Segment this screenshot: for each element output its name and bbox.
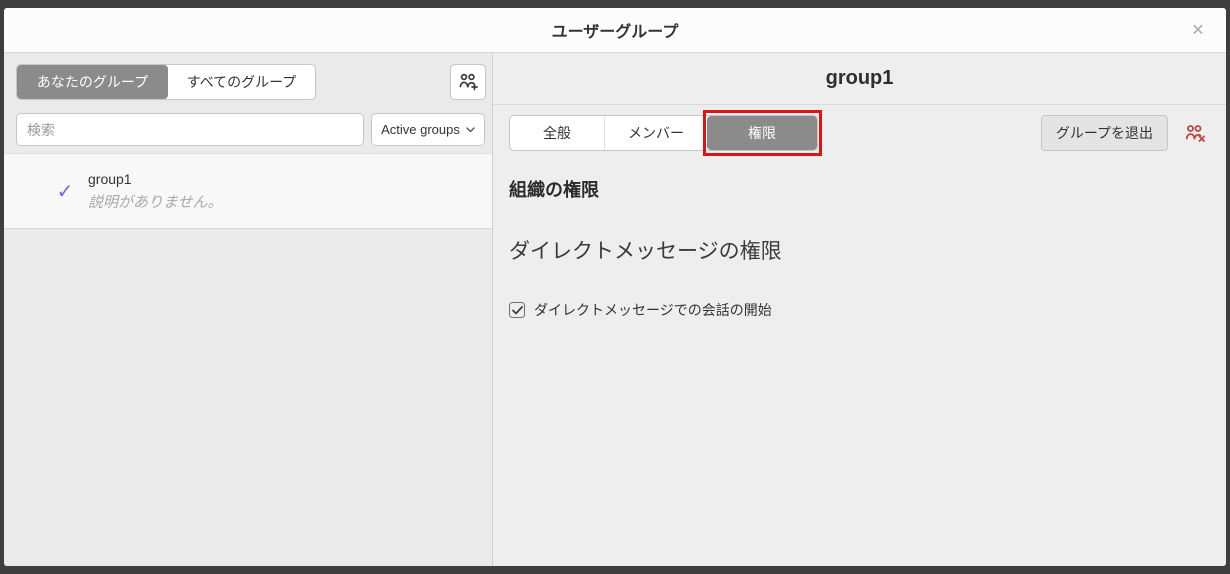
group-filter-value: Active groups [381, 122, 460, 137]
leave-group-button[interactable]: グループを退出 [1040, 115, 1168, 151]
group-list-panel: あなたのグループ すべてのグループ 検索 Active groups ✓ gro… [4, 53, 493, 566]
modal-title: ユーザーグループ [551, 24, 679, 41]
user-group-x-icon[interactable] [1183, 123, 1206, 144]
permissions-content: 組織の権限 ダイレクトメッセージの権限 ダイレクトメッセージでの会話の開始 [493, 153, 1226, 320]
selected-check-icon: ✓ [56, 180, 74, 203]
group-detail-tabrow: 全般 メンバー 権限 グループを退出 [493, 110, 1226, 156]
group-scope-switcher: あなたのグループ すべてのグループ [16, 64, 316, 100]
group-detail-title: group1 [825, 67, 894, 89]
modal-body: あなたのグループ すべてのグループ 検索 Active groups ✓ gro… [4, 53, 1226, 566]
group-list-item-text: group1 説明がありません。 [88, 171, 223, 212]
tab-your-groups[interactable]: あなたのグループ [17, 65, 168, 99]
group-list-item-group1[interactable]: ✓ group1 説明がありません。 [4, 153, 492, 229]
group-filter-dropdown[interactable]: Active groups [371, 113, 485, 146]
tab-permissions-wrap: 権限 [703, 110, 822, 156]
close-icon[interactable]: × [1192, 20, 1204, 41]
user-groups-modal: ユーザーグループ × あなたのグループ すべてのグループ 検索 Active g… [4, 8, 1226, 566]
checkbox-checked-icon[interactable] [509, 302, 525, 318]
group-list-tabrow: あなたのグループ すべてのグループ [4, 53, 492, 100]
group-search-row: Active groups [4, 113, 492, 146]
user-group-plus-icon [457, 72, 479, 92]
dm-permissions-heading: ダイレクトメッセージの権限 [509, 240, 782, 263]
tab-all-groups[interactable]: すべてのグループ [168, 65, 315, 99]
chevron-down-icon [466, 126, 475, 133]
group-detail-panel: group1 全般 メンバー 権限 グループを退出 組織の権限 ダイレクトメッセ… [493, 53, 1226, 566]
group-actions: グループを退出 [1040, 115, 1206, 151]
dm-start-conversation-label: ダイレクトメッセージでの会話の開始 [534, 302, 772, 318]
group-detail-switcher: 全般 メンバー 権限 [509, 110, 822, 156]
modal-titlebar: ユーザーグループ × [4, 8, 1226, 53]
create-group-button[interactable] [450, 64, 486, 100]
group-name: group1 [88, 170, 132, 187]
tab-members[interactable]: メンバー [604, 116, 707, 150]
group-search-input[interactable] [16, 113, 364, 146]
group-detail-header: group1 [493, 53, 1226, 105]
group-description: 説明がありません。 [88, 193, 223, 211]
org-permissions-heading: 組織の権限 [509, 180, 599, 200]
dm-start-conversation-row[interactable]: ダイレクトメッセージでの会話の開始 [509, 300, 1210, 320]
tab-permissions[interactable]: 権限 [707, 116, 817, 150]
tab-general[interactable]: 全般 [510, 116, 604, 150]
